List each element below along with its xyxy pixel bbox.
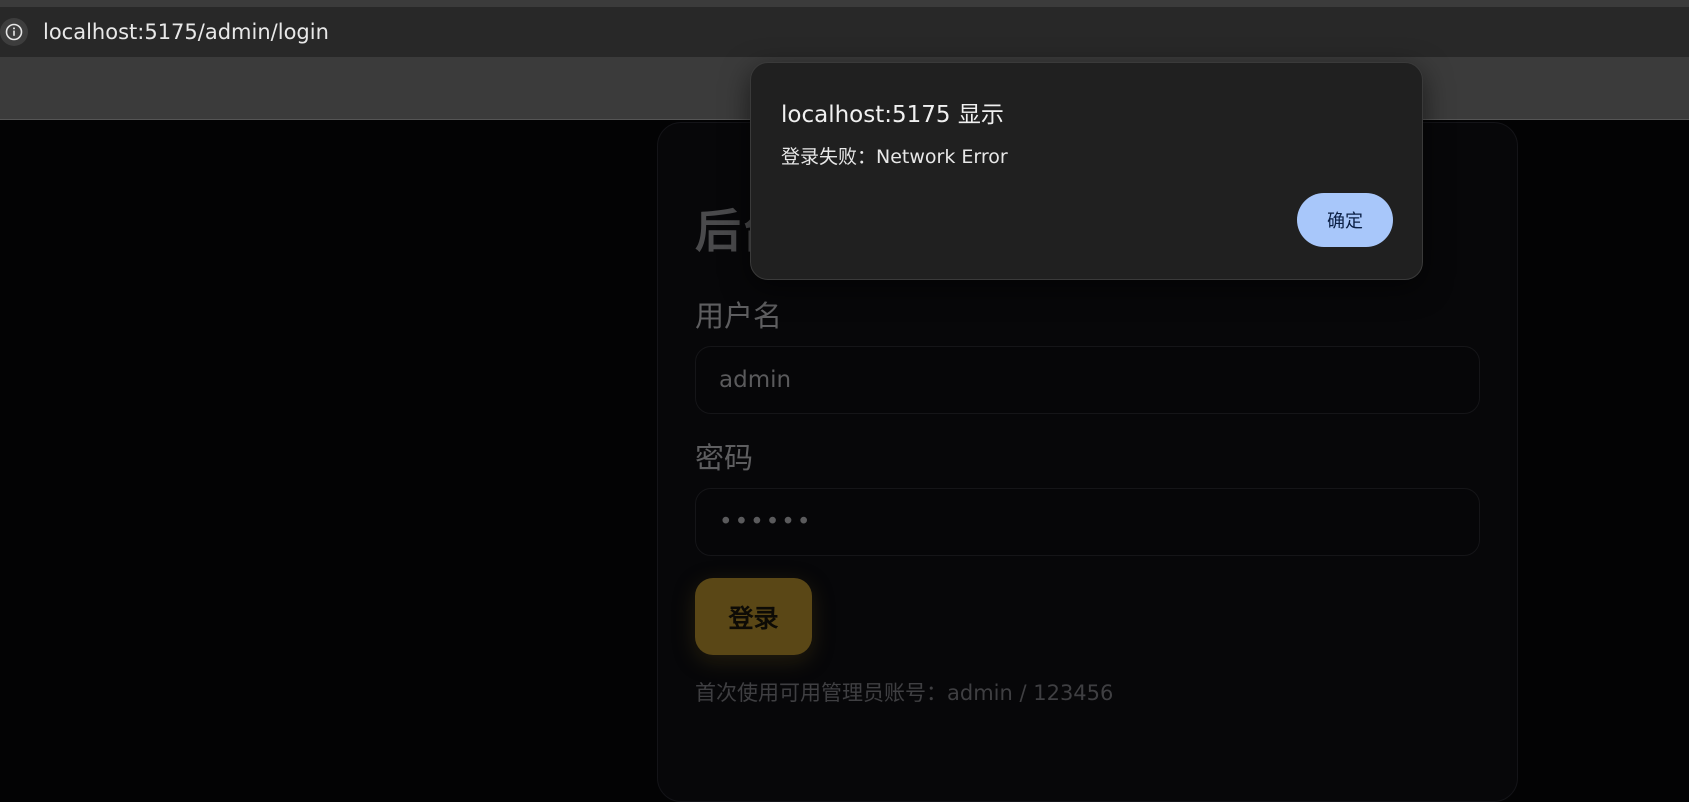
login-hint: 首次使用可用管理员账号：admin / 123456 — [695, 681, 1114, 705]
alert-dialog: localhost:5175 显示 登录失败：Network Error 确定 — [750, 62, 1423, 280]
login-button[interactable]: 登录 — [695, 578, 812, 655]
dialog-message: 登录失败：Network Error — [781, 146, 1008, 168]
dialog-ok-button[interactable]: 确定 — [1297, 193, 1393, 247]
username-label: 用户名 — [695, 299, 783, 333]
password-input[interactable]: •••••• — [695, 488, 1480, 556]
password-label: 密码 — [695, 441, 754, 475]
url-text[interactable]: localhost:5175/admin/login — [43, 19, 329, 45]
dialog-title: localhost:5175 显示 — [781, 102, 1004, 128]
site-info-icon[interactable] — [0, 18, 28, 46]
address-bar[interactable]: localhost:5175/admin/login — [0, 7, 1689, 57]
username-input[interactable]: admin — [695, 346, 1480, 414]
